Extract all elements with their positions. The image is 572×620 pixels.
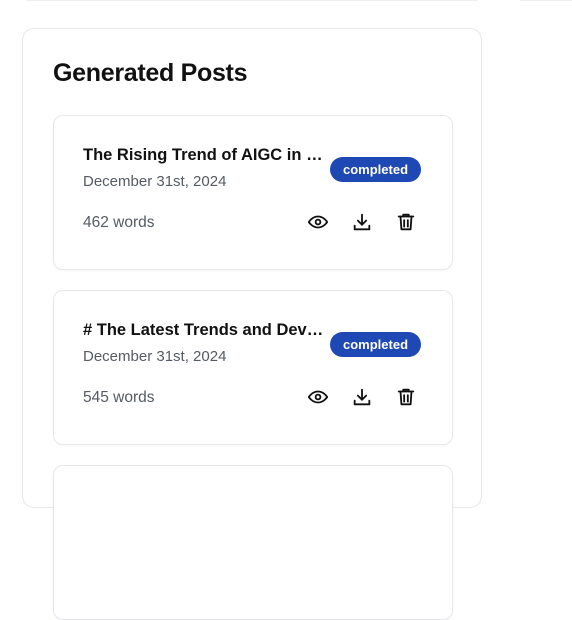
word-count: 545 words: [83, 389, 155, 406]
download-icon: [353, 213, 371, 231]
eye-icon: [307, 215, 329, 229]
panel-title: Generated Posts: [53, 59, 248, 87]
post-card[interactable]: # The Latest Trends and Developments Dec…: [53, 290, 453, 445]
post-date: December 31st, 2024: [83, 173, 227, 190]
view-button[interactable]: [306, 385, 330, 409]
trash-icon: [397, 213, 415, 231]
status-badge: completed: [330, 157, 422, 182]
top-divider: [27, 0, 478, 1]
download-button[interactable]: [350, 210, 374, 234]
generated-posts-panel: Generated Posts The Rising Trend of AIGC…: [22, 28, 482, 620]
post-title: The Rising Trend of AIGC in Content Crea…: [83, 146, 328, 164]
status-badge: completed: [330, 332, 422, 357]
post-card[interactable]: [53, 465, 453, 620]
delete-button[interactable]: [394, 210, 418, 234]
eye-icon: [307, 390, 329, 404]
trash-icon: [397, 388, 415, 406]
download-icon: [353, 388, 371, 406]
post-date: December 31st, 2024: [83, 348, 227, 365]
post-card[interactable]: The Rising Trend of AIGC in Content Crea…: [53, 115, 453, 270]
delete-button[interactable]: [394, 385, 418, 409]
word-count: 462 words: [83, 214, 155, 231]
top-divider-right: [520, 0, 572, 1]
download-button[interactable]: [350, 385, 374, 409]
post-title: # The Latest Trends and Developments: [83, 321, 328, 339]
view-button[interactable]: [306, 210, 330, 234]
